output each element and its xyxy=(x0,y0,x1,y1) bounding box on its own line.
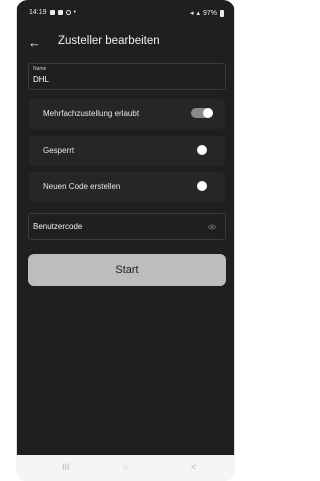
phone-frame: 14:19 • ◂ ▴ 97% ← Zusteller bearbeiten N… xyxy=(16,0,235,481)
mute-icon: ◂ xyxy=(189,10,194,17)
toggle-label: Mehrfachzustellung erlaubt xyxy=(43,109,140,118)
toggle-row-gesperrt[interactable]: Gesperrt xyxy=(29,136,225,166)
recents-icon[interactable]: III xyxy=(62,462,70,472)
start-button[interactable]: Start xyxy=(28,254,226,286)
toggle-row-mehrfachzustellung[interactable]: Mehrfachzustellung erlaubt xyxy=(29,99,225,129)
name-field[interactable]: Name DHL xyxy=(28,63,226,90)
notification-icon xyxy=(57,10,63,15)
mehrfachzustellung-switch[interactable] xyxy=(191,108,213,118)
back-arrow-icon[interactable]: ← xyxy=(28,33,42,53)
neuer-code-switch[interactable] xyxy=(191,181,213,191)
page-title: Zusteller bearbeiten xyxy=(58,35,160,47)
switch-knob xyxy=(197,181,207,191)
status-time: 14:19 xyxy=(29,9,47,16)
name-field-value: DHL xyxy=(33,75,50,84)
back-icon[interactable]: < xyxy=(191,462,196,472)
gesperrt-switch[interactable] xyxy=(191,145,213,155)
battery-icon xyxy=(220,9,224,17)
name-field-label: Name xyxy=(33,66,47,72)
notification-icon: • xyxy=(73,9,76,16)
system-nav-bar: III ○ < xyxy=(16,455,235,481)
status-left: 14:19 • xyxy=(29,9,76,16)
status-bar: 14:19 • ◂ ▴ 97% xyxy=(17,0,234,23)
notification-icon xyxy=(65,10,71,15)
signal-icon: ▴ xyxy=(196,10,200,17)
switch-knob xyxy=(203,108,213,118)
app-screen: 14:19 • ◂ ▴ 97% ← Zusteller bearbeiten N… xyxy=(17,0,234,455)
toggle-label: Gesperrt xyxy=(43,146,75,155)
battery-percent: 97% xyxy=(202,9,217,17)
app-bar: ← Zusteller bearbeiten xyxy=(17,33,234,57)
benutzercode-field[interactable]: Benutzercode xyxy=(28,213,226,240)
toggle-label: Neuen Code erstellen xyxy=(43,182,121,191)
status-right: ◂ ▴ 97% xyxy=(190,9,224,17)
switch-knob xyxy=(197,145,207,155)
home-icon[interactable]: ○ xyxy=(123,462,128,472)
eye-icon[interactable] xyxy=(207,222,217,232)
toggle-row-neuer-code[interactable]: Neuen Code erstellen xyxy=(29,172,225,202)
notification-icon xyxy=(49,10,55,15)
benutzercode-placeholder: Benutzercode xyxy=(33,222,83,231)
